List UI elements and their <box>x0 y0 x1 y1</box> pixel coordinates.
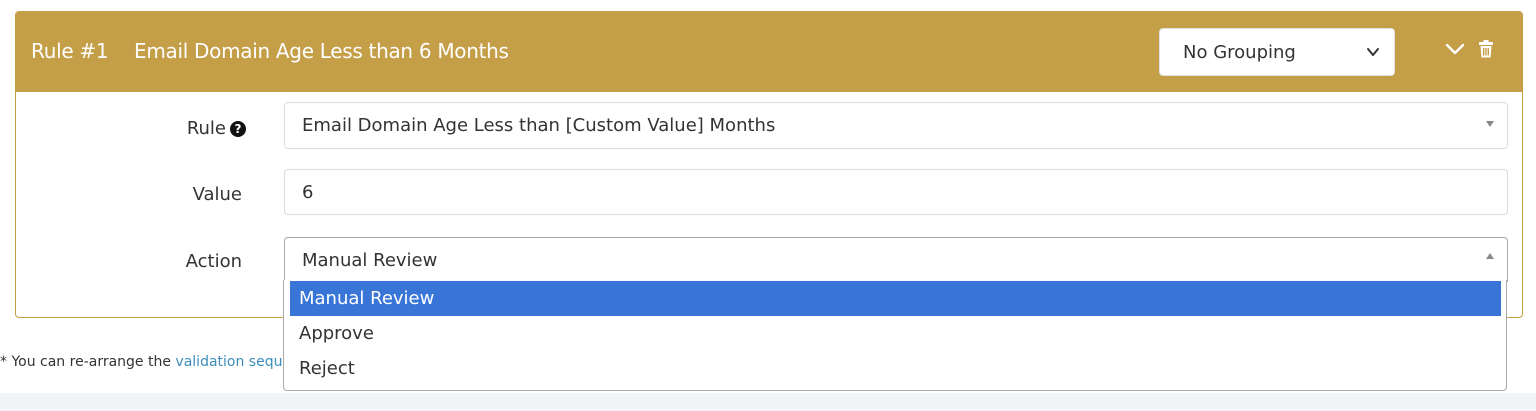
caret-up-icon <box>1486 253 1494 259</box>
grouping-select[interactable]: No Grouping <box>1159 28 1395 76</box>
action-select-value: Manual Review <box>302 250 438 271</box>
footer-strip <box>0 393 1536 411</box>
value-input-text: 6 <box>302 182 314 203</box>
action-option-manual-review[interactable]: Manual Review <box>290 281 1501 316</box>
rule-select-value: Email Domain Age Less than [Custom Value… <box>302 115 776 136</box>
rule-title: Email Domain Age Less than 6 Months <box>134 39 509 63</box>
trash-icon[interactable] <box>1478 40 1494 58</box>
action-option-reject[interactable]: Reject <box>290 351 1501 386</box>
action-select[interactable]: Manual Review <box>284 237 1508 282</box>
action-dropdown-list: Manual Review Approve Reject <box>283 280 1507 391</box>
collapse-chevron-down-icon[interactable] <box>1444 42 1466 56</box>
rule-header: Rule #1 Email Domain Age Less than 6 Mon… <box>16 12 1522 92</box>
footer-note-text: * You can re-arrange the <box>0 354 176 370</box>
rule-label: Rule? <box>176 118 246 139</box>
grouping-value: No Grouping <box>1183 42 1296 63</box>
value-label: Value <box>192 184 242 205</box>
value-input[interactable]: 6 <box>284 169 1508 215</box>
rule-number: Rule #1 <box>31 39 109 63</box>
action-label: Action <box>185 251 242 272</box>
footer-note: * You can re-arrange the validation sequ <box>0 354 282 370</box>
action-option-approve[interactable]: Approve <box>290 316 1501 351</box>
validation-sequence-link[interactable]: validation sequ <box>175 354 282 370</box>
chevron-down-icon <box>1367 48 1379 56</box>
rule-label-text: Rule <box>186 118 226 139</box>
rule-panel: Rule #1 Email Domain Age Less than 6 Mon… <box>15 11 1523 318</box>
rule-select[interactable]: Email Domain Age Less than [Custom Value… <box>284 102 1508 149</box>
caret-down-icon <box>1486 121 1494 127</box>
help-circle-icon[interactable]: ? <box>230 121 246 137</box>
